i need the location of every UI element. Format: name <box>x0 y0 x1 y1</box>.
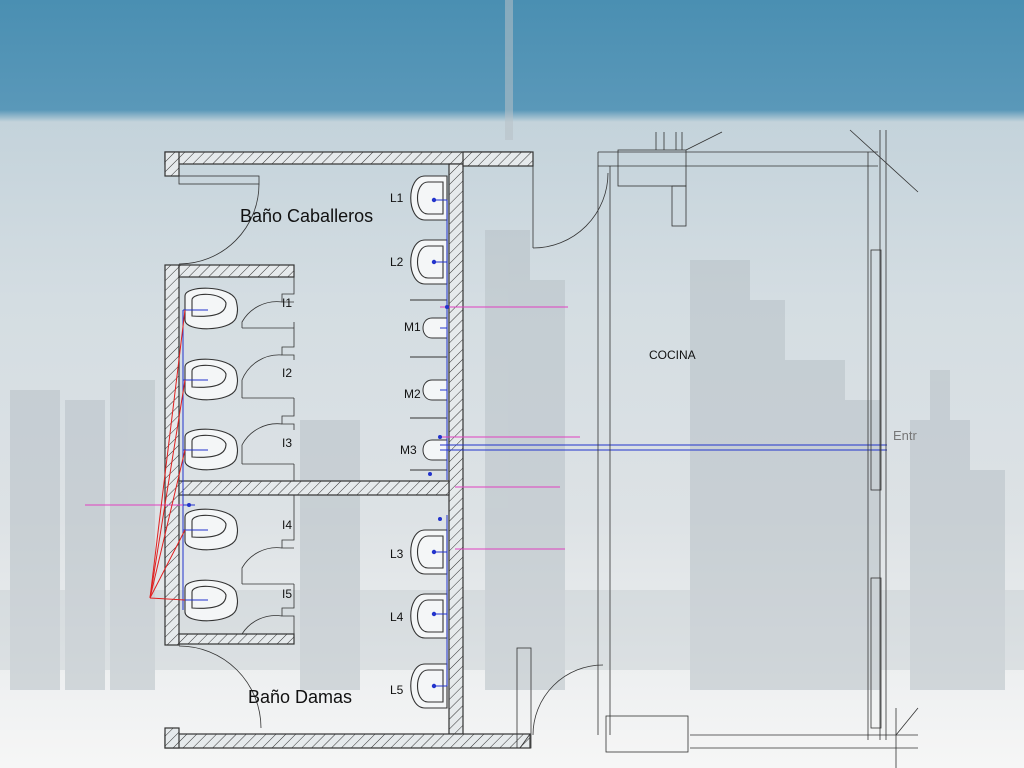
toilet-label-i2: I2 <box>282 366 292 380</box>
toilet-i4 <box>184 508 239 551</box>
urinal-labels: M1 M2 M3 <box>400 320 421 457</box>
floor-plan-drawing: Baño Caballeros Baño Damas COCINA Entr L… <box>0 0 1024 768</box>
skyline-background <box>0 0 1024 690</box>
room-label-women: Baño Damas <box>248 687 352 707</box>
urinal-label-m3: M3 <box>400 443 417 457</box>
toilet-label-i1: I1 <box>282 296 292 310</box>
sink-label-l3: L3 <box>390 547 404 561</box>
toilet-label-i3: I3 <box>282 436 292 450</box>
toilet-label-i5: I5 <box>282 587 292 601</box>
sink-label-l1: L1 <box>390 191 404 205</box>
toilet-i3 <box>184 428 239 471</box>
room-label-entrance: Entr <box>893 428 918 443</box>
toilet-label-i4: I4 <box>282 518 292 532</box>
urinal-label-m1: M1 <box>404 320 421 334</box>
sink-label-l5: L5 <box>390 683 404 697</box>
toilets <box>184 287 239 622</box>
toilet-i2 <box>184 358 239 401</box>
stall-partitions <box>241 277 295 635</box>
toilet-labels: I1 I2 I3 I4 I5 <box>282 296 292 601</box>
sink-label-l4: L4 <box>390 610 404 624</box>
toilet-i1 <box>184 287 239 330</box>
room-label-kitchen: COCINA <box>649 348 696 362</box>
room-label-men: Baño Caballeros <box>240 206 373 226</box>
urinal-label-m2: M2 <box>404 387 421 401</box>
sink-label-l2: L2 <box>390 255 404 269</box>
